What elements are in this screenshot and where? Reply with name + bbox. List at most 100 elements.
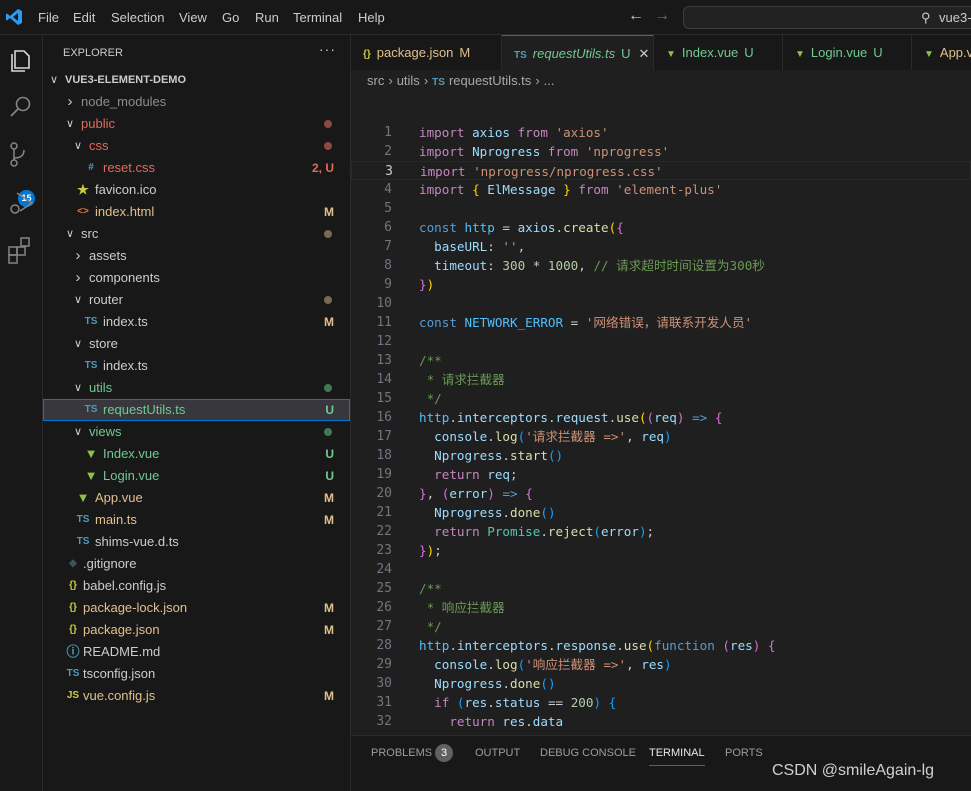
chevron-right-icon[interactable]: › [63, 91, 77, 113]
more-actions-icon[interactable]: ··· [319, 41, 336, 57]
breadcrumb-item[interactable]: ... [544, 73, 555, 88]
folder-item[interactable]: › assets [43, 245, 350, 267]
folder-item[interactable]: ∨ src [43, 223, 350, 245]
code-line[interactable]: 5 [351, 199, 971, 218]
code-line[interactable]: 20}, (error) => { [351, 484, 971, 503]
file-item[interactable]: {} babel.config.js [43, 575, 350, 597]
folder-item[interactable]: ∨ utils [43, 377, 350, 399]
chevron-down-icon[interactable]: ∨ [63, 113, 77, 135]
code-line[interactable]: 13 /** [351, 351, 971, 370]
chevron-right-icon[interactable]: › [71, 267, 85, 289]
file-item[interactable]: TS shims-vue.d.ts [43, 531, 350, 553]
extensions-icon[interactable] [6, 235, 36, 265]
file-item[interactable]: ▼ Index.vue U [43, 443, 350, 465]
folder-item[interactable]: › components [43, 267, 350, 289]
code-line[interactable]: 28 http.interceptors.response.use(functio… [351, 636, 971, 655]
file-item[interactable]: TS main.ts M [43, 509, 350, 531]
source-control-icon[interactable] [6, 140, 36, 170]
file-item[interactable]: ◆ .gitignore [43, 553, 350, 575]
menu-selection[interactable]: Selection [111, 10, 164, 25]
tab-login-vue[interactable]: ▼ Login.vue U [783, 35, 912, 70]
tab-problems[interactable]: PROBLEMS [371, 747, 432, 759]
file-item[interactable]: ⓘ README.md [43, 641, 350, 663]
code-line[interactable]: 9}) [351, 275, 971, 294]
breadcrumb-item[interactable]: src [367, 73, 384, 88]
run-debug-icon[interactable] [6, 188, 36, 218]
folder-item[interactable]: ∨ public [43, 113, 350, 135]
folder-item[interactable]: ∨ store [43, 333, 350, 355]
code-line[interactable]: 3 import 'nprogress/nprogress.css' [351, 161, 971, 180]
code-line[interactable]: 31 if (res.status == 200) { [351, 693, 971, 712]
tab-output[interactable]: OUTPUT [475, 747, 520, 759]
code-line[interactable]: 25 /** [351, 579, 971, 598]
code-line[interactable]: 7 baseURL: '', [351, 237, 971, 256]
code-line[interactable]: 18 Nprogress.start() [351, 446, 971, 465]
folder-item[interactable]: ∨ css [43, 135, 350, 157]
tab-index-vue[interactable]: ▼ Index.vue U [654, 35, 783, 70]
chevron-down-icon[interactable]: ∨ [71, 333, 85, 355]
code-line[interactable]: 29 console.log('响应拦截器 =>', res) [351, 655, 971, 674]
code-line[interactable]: 16 http.interceptors.request.use((req) =>… [351, 408, 971, 427]
folder-item[interactable]: › node_modules [43, 91, 350, 113]
chevron-down-icon[interactable]: ∨ [71, 135, 85, 157]
file-item[interactable]: ▼ Login.vue U [43, 465, 350, 487]
tab-package-json[interactable]: {} package.json M [351, 35, 502, 70]
code-line[interactable]: 15 */ [351, 389, 971, 408]
file-item[interactable]: ★ favicon.ico [43, 179, 350, 201]
code-line[interactable]: 23}); [351, 541, 971, 560]
breadcrumb-item[interactable]: requestUtils.ts [449, 73, 531, 88]
close-icon[interactable]: ✕ [639, 46, 650, 61]
chevron-right-icon[interactable]: › [71, 245, 85, 267]
code-line[interactable]: 11 const NETWORK_ERROR = '网络错误，请联系开发人员' [351, 313, 971, 332]
code-line[interactable]: 30 Nprogress.done() [351, 674, 971, 693]
menu-run[interactable]: Run [255, 10, 279, 25]
file-item[interactable]: TS requestUtils.ts U [43, 399, 350, 421]
file-item[interactable]: ▼ App.vue M [43, 487, 350, 509]
file-item[interactable]: TS index.ts [43, 355, 350, 377]
file-item[interactable]: {} package.json M [43, 619, 350, 641]
file-item[interactable]: <> index.html M [43, 201, 350, 223]
code-line[interactable]: 26 * 响应拦截器 [351, 598, 971, 617]
breadcrumb-item[interactable]: utils [397, 73, 420, 88]
code-line[interactable]: 24 [351, 560, 971, 579]
menu-edit[interactable]: Edit [73, 10, 95, 25]
code-line[interactable]: 12 [351, 332, 971, 351]
file-item[interactable]: {} package-lock.json M [43, 597, 350, 619]
code-line[interactable]: 2 import Nprogress from 'nprogress' [351, 142, 971, 161]
code-line[interactable]: 17 console.log('请求拦截器 =>', req) [351, 427, 971, 446]
file-item[interactable]: TS index.ts M [43, 311, 350, 333]
tab-requestutils-ts[interactable]: TS requestUtils.ts U ✕ [502, 35, 654, 71]
folder-item[interactable]: ∨ VUE3-ELEMENT-DEMO [43, 69, 350, 91]
file-item[interactable]: JS vue.config.js M [43, 685, 350, 707]
tab-debug-console[interactable]: DEBUG CONSOLE [540, 747, 636, 759]
code-line[interactable]: 14 * 请求拦截器 [351, 370, 971, 389]
tab-app-vue[interactable]: ▼ App.vue [912, 35, 971, 70]
search-icon[interactable] [6, 92, 36, 122]
chevron-down-icon[interactable]: ∨ [71, 377, 85, 399]
chevron-down-icon[interactable]: ∨ [63, 223, 77, 245]
menu-go[interactable]: Go [222, 10, 239, 25]
chevron-down-icon[interactable]: ∨ [71, 421, 85, 443]
code-line[interactable]: 21 Nprogress.done() [351, 503, 971, 522]
code-line[interactable]: 22 return Promise.reject(error); [351, 522, 971, 541]
code-line[interactable]: 32 return res.data [351, 712, 971, 731]
command-center-search[interactable]: ⚲ vue3- [683, 6, 971, 29]
back-arrow-icon[interactable]: ← [628, 7, 644, 25]
code-line[interactable]: 27 */ [351, 617, 971, 636]
code-editor[interactable]: 1 import axios from 'axios' 2 import Nprogr… [351, 123, 971, 735]
folder-item[interactable]: ∨ views [43, 421, 350, 443]
tab-terminal[interactable]: TERMINAL [649, 747, 705, 766]
code-line[interactable]: 1 import axios from 'axios' [351, 123, 971, 142]
code-line[interactable]: 8 timeout: 300 * 1000, // 请求超时时间设置为300秒 [351, 256, 971, 275]
menu-file[interactable]: File [38, 10, 59, 25]
explorer-files-icon[interactable] [6, 45, 36, 75]
chevron-down-icon[interactable]: ∨ [47, 69, 61, 91]
code-line[interactable]: 19 return req; [351, 465, 971, 484]
menu-help[interactable]: Help [358, 10, 385, 25]
file-item[interactable]: # reset.css 2, U [43, 157, 350, 179]
code-line[interactable]: 10 [351, 294, 971, 313]
forward-arrow-icon[interactable]: → [654, 7, 670, 25]
menu-view[interactable]: View [179, 10, 207, 25]
menu-terminal[interactable]: Terminal [293, 10, 342, 25]
code-line[interactable]: 4 import { ElMessage } from 'element-plus… [351, 180, 971, 199]
